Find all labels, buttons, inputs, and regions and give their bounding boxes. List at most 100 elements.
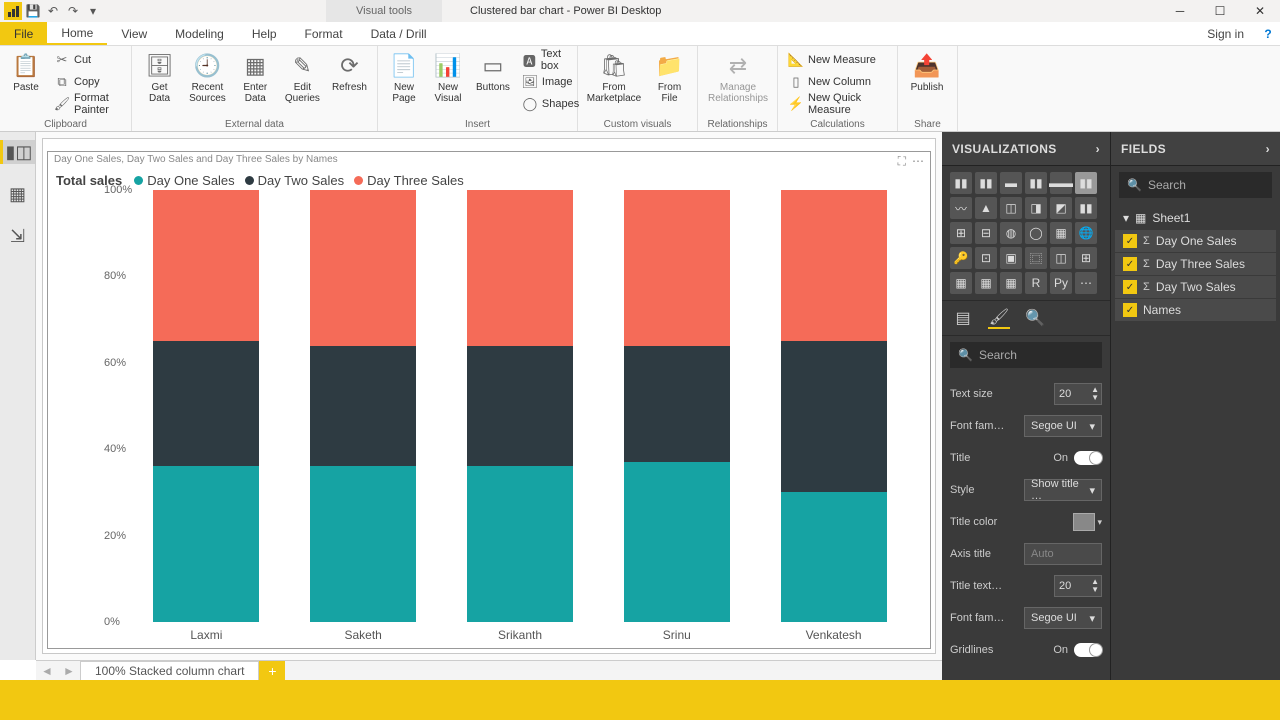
viz-type-icon[interactable]: 🔑 (950, 247, 972, 269)
field-item[interactable]: ✓ΣDay Three Sales (1115, 253, 1276, 275)
textbox-button[interactable]: 🅰Text box (518, 50, 583, 70)
viz-type-icon[interactable]: ▲ (975, 197, 997, 219)
viz-type-icon[interactable]: ◨ (1025, 197, 1047, 219)
bar-segment[interactable] (467, 466, 573, 622)
viz-type-icon[interactable]: ▮▮ (950, 172, 972, 194)
viz-type-icon[interactable]: Py (1050, 272, 1072, 294)
image-button[interactable]: 🖼Image (518, 72, 583, 92)
help-icon[interactable]: ? (1256, 22, 1280, 45)
format-search[interactable]: 🔍Search (950, 342, 1102, 368)
undo-icon[interactable]: ↶ (44, 2, 62, 20)
table-node[interactable]: ▾▦Sheet1 (1115, 207, 1276, 229)
publish-button[interactable]: 📤Publish (904, 48, 950, 95)
edit-queries-button[interactable]: ✎Edit Queries (281, 48, 324, 106)
shapes-button[interactable]: ◯Shapes (518, 94, 583, 114)
from-file-button[interactable]: 📁From File (648, 48, 691, 106)
close-button[interactable]: ✕ (1240, 0, 1280, 22)
field-item[interactable]: ✓ΣDay One Sales (1115, 230, 1276, 252)
analytics-mode-icon[interactable]: 🔍 (1024, 307, 1046, 329)
new-visual-button[interactable]: 📊New Visual (428, 48, 468, 106)
format-painter-button[interactable]: 🖌Format Painter (50, 94, 125, 114)
viz-type-icon[interactable]: ▦ (1050, 222, 1072, 244)
page-next-icon[interactable]: ► (58, 664, 80, 678)
viz-type-icon[interactable]: ⊞ (950, 222, 972, 244)
copy-button[interactable]: ⧉Copy (50, 72, 125, 92)
viz-type-icon[interactable]: ▮▮ (1075, 197, 1097, 219)
axis-title-input[interactable]: Auto (1024, 543, 1102, 565)
bar-segment[interactable] (310, 190, 416, 346)
viz-type-icon[interactable]: ▮▮ (1075, 172, 1097, 194)
bar-segment[interactable] (310, 466, 416, 622)
manage-relationships-button[interactable]: ⇄Manage Relationships (704, 48, 772, 106)
chart-visual[interactable]: Day One Sales, Day Two Sales and Day Thr… (47, 151, 931, 649)
collapse-icon[interactable]: › (1266, 142, 1270, 156)
fields-mode-icon[interactable]: ▤ (952, 307, 974, 329)
viz-type-icon[interactable]: ⊡ (975, 247, 997, 269)
viz-type-icon[interactable]: ⊟ (975, 222, 997, 244)
bar-segment[interactable] (781, 492, 887, 622)
style-select[interactable]: Show title …▾ (1024, 479, 1102, 501)
tab-format[interactable]: Format (291, 22, 357, 45)
bar-segment[interactable] (781, 190, 887, 341)
new-page-button[interactable]: 📄New Page (384, 48, 424, 106)
bar-segment[interactable] (467, 190, 573, 346)
minimize-button[interactable]: ─ (1160, 0, 1200, 22)
title-text-size-input[interactable]: 20▲▼ (1054, 575, 1102, 597)
tab-modeling[interactable]: Modeling (161, 22, 238, 45)
bar-segment[interactable] (153, 341, 259, 466)
tab-help[interactable]: Help (238, 22, 291, 45)
focus-mode-icon[interactable]: ⛶ (898, 154, 906, 169)
signin-link[interactable]: Sign in (1195, 22, 1256, 45)
save-icon[interactable]: 💾 (24, 2, 42, 20)
viz-type-icon[interactable]: ▮▮ (975, 172, 997, 194)
viz-type-icon[interactable]: R (1025, 272, 1047, 294)
page-tab[interactable]: 100% Stacked column chart (80, 661, 259, 680)
title-toggle[interactable] (1074, 451, 1102, 465)
maximize-button[interactable]: ☐ (1200, 0, 1240, 22)
tab-home[interactable]: Home (47, 22, 107, 45)
viz-type-icon[interactable]: ▬▬ (1050, 172, 1072, 194)
collapse-icon[interactable]: › (1096, 142, 1100, 156)
format-mode-icon[interactable]: 🖌 (988, 307, 1010, 329)
field-item[interactable]: ✓Names (1115, 299, 1276, 321)
font-family2-select[interactable]: Segoe UI▾ (1024, 607, 1102, 629)
paste-button[interactable]: 📋Paste (6, 48, 46, 95)
viz-type-icon[interactable]: ▦ (1000, 272, 1022, 294)
font-family-select[interactable]: Segoe UI▾ (1024, 415, 1102, 437)
viz-type-icon[interactable]: ◯ (1025, 222, 1047, 244)
viz-type-icon[interactable]: ⊞ (1075, 247, 1097, 269)
model-view-icon[interactable]: ⇲ (6, 224, 30, 248)
buttons-button[interactable]: ▭Buttons (472, 48, 514, 95)
viz-type-icon[interactable]: ⋯ (1075, 272, 1097, 294)
viz-type-icon[interactable]: ⿴ (1025, 247, 1047, 269)
title-color-swatch[interactable] (1073, 513, 1095, 531)
viz-type-icon[interactable]: 🌐 (1075, 222, 1097, 244)
bar-segment[interactable] (781, 341, 887, 492)
page-prev-icon[interactable]: ◄ (36, 664, 58, 678)
report-view-icon[interactable]: ▮◫ (0, 140, 35, 164)
redo-icon[interactable]: ↷ (64, 2, 82, 20)
refresh-button[interactable]: ⟳Refresh (328, 48, 371, 95)
bar-segment[interactable] (624, 346, 730, 463)
qat-more-icon[interactable]: ▾ (84, 2, 102, 20)
new-measure-button[interactable]: 📐New Measure (784, 50, 891, 70)
new-column-button[interactable]: ▯New Column (784, 72, 891, 92)
viz-type-icon[interactable]: ◫ (1050, 247, 1072, 269)
get-data-button[interactable]: 🗄Get Data (138, 48, 181, 106)
viz-type-icon[interactable]: ▮▮ (1025, 172, 1047, 194)
bar-segment[interactable] (624, 190, 730, 346)
cut-button[interactable]: ✂Cut (50, 50, 125, 70)
bar-segment[interactable] (153, 466, 259, 622)
tab-file[interactable]: File (0, 22, 47, 45)
bar-segment[interactable] (624, 462, 730, 622)
tab-view[interactable]: View (107, 22, 161, 45)
fields-search[interactable]: 🔍Search (1119, 172, 1272, 198)
bar-segment[interactable] (310, 346, 416, 467)
report-canvas[interactable]: Day One Sales, Day Two Sales and Day Thr… (36, 132, 942, 660)
recent-sources-button[interactable]: 🕘Recent Sources (185, 48, 230, 106)
visual-options-icon[interactable]: ⋯ (912, 154, 924, 169)
viz-type-icon[interactable]: 〰 (950, 197, 972, 219)
field-item[interactable]: ✓ΣDay Two Sales (1115, 276, 1276, 298)
viz-type-icon[interactable]: ◫ (1000, 197, 1022, 219)
add-page-button[interactable]: + (259, 661, 285, 680)
